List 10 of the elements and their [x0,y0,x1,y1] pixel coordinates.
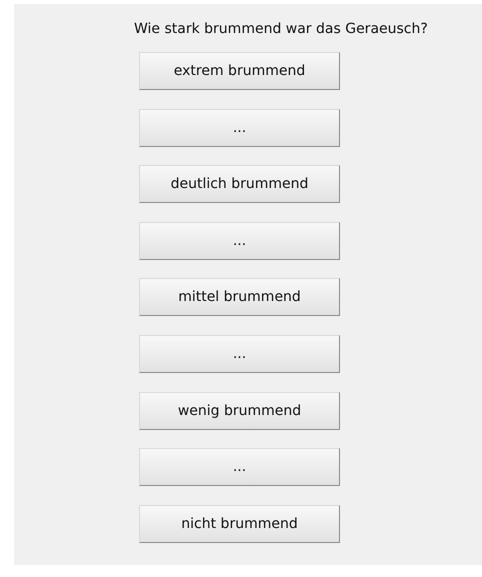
answer-button[interactable]: deutlich brummend [139,165,340,204]
answer-button[interactable]: nicht brummend [139,504,340,543]
answer-button[interactable]: ... [139,334,340,373]
answer-button[interactable]: wenig brummend [139,392,340,430]
answer-button[interactable]: mittel brummend [139,278,340,316]
answer-button[interactable]: extrem brummend [139,52,340,90]
answer-button[interactable]: ... [139,222,340,260]
question-text: Wie stark brummend war das Geraeusch? [134,20,429,39]
answer-button[interactable]: ... [139,448,340,486]
answer-button[interactable]: ... [139,108,340,147]
